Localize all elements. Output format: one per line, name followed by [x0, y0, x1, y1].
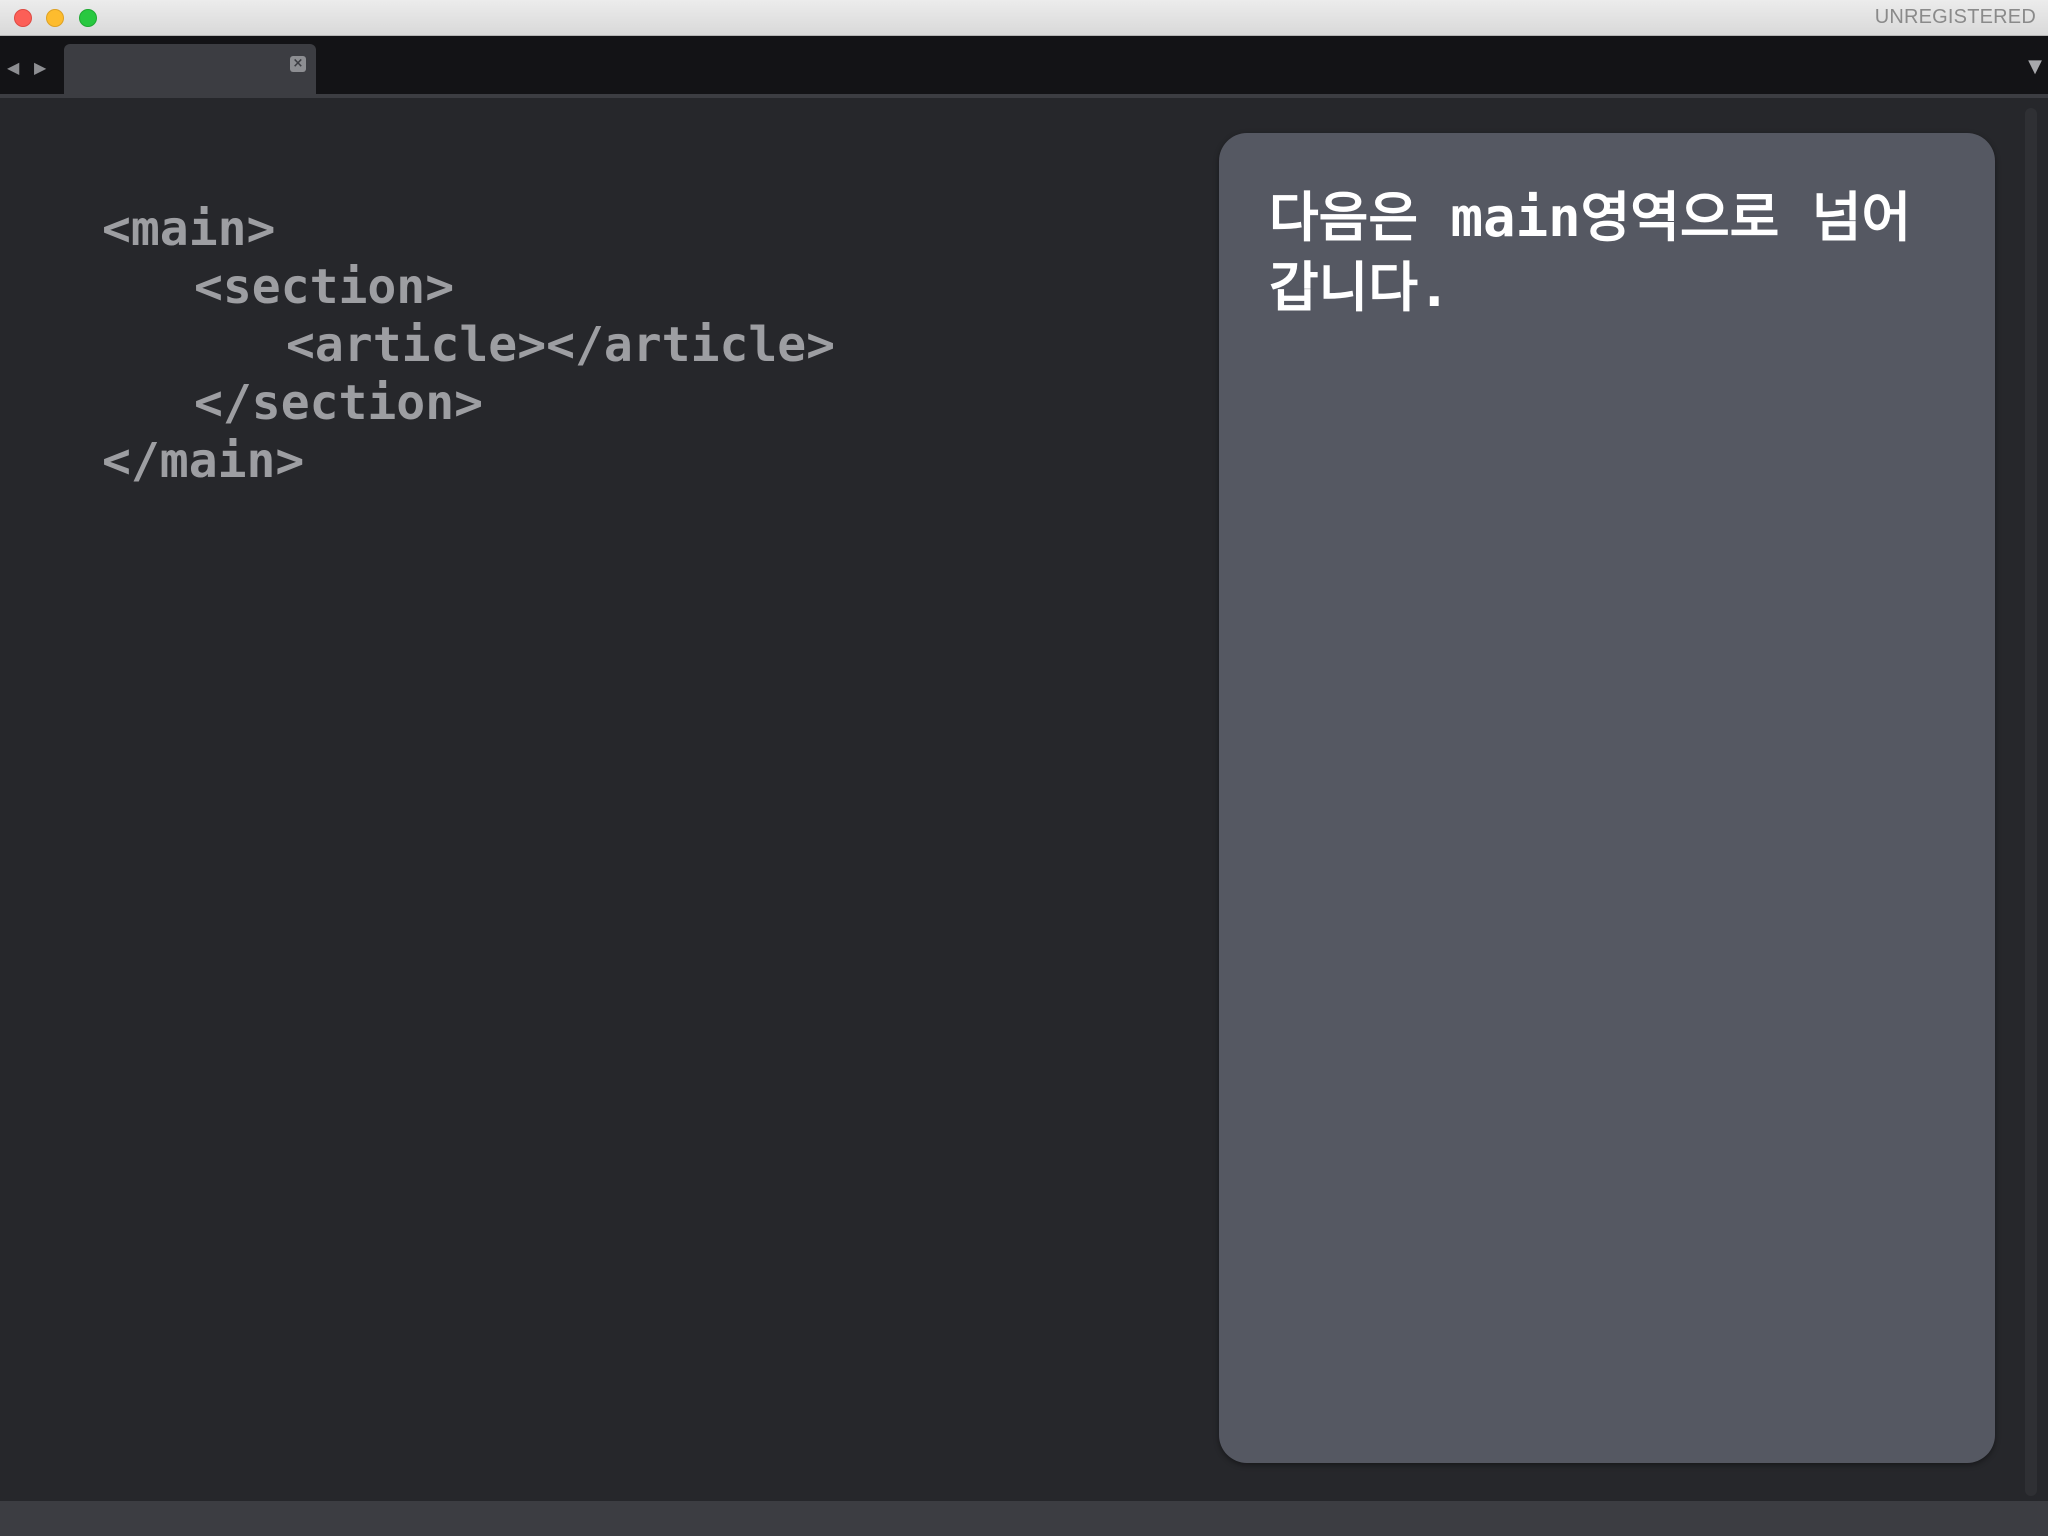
code-line: </section> — [194, 375, 483, 431]
tab-bar: ◀ ▶ × ▼ — [0, 36, 2048, 98]
close-window-button[interactable] — [14, 9, 32, 27]
code-line: </main> — [102, 433, 305, 489]
zoom-window-button[interactable] — [79, 9, 97, 27]
note-panel: 다음은 main영역으로 넘어 갑니다. — [1219, 133, 1995, 1463]
tab-untitled[interactable]: × — [64, 44, 316, 94]
note-text: 다음은 main영역으로 넘어 갑니다. — [1269, 186, 1912, 319]
code-line: <section> — [194, 259, 455, 315]
license-status-label: UNREGISTERED — [1874, 6, 2036, 28]
title-bar: UNREGISTERED — [0, 0, 2048, 36]
code-line: <main> — [102, 201, 276, 257]
code-block: <main> <section> <article></article> </s… — [102, 200, 835, 490]
triangle-left-icon[interactable]: ◀ — [7, 60, 19, 76]
close-icon[interactable]: × — [290, 56, 306, 72]
triangle-down-icon[interactable]: ▼ — [2028, 58, 2042, 76]
status-bar — [0, 1501, 2048, 1536]
editor-window: UNREGISTERED ◀ ▶ × ▼ <main> <section> <a… — [0, 0, 2048, 1536]
triangle-right-icon[interactable]: ▶ — [34, 60, 46, 76]
minimize-window-button[interactable] — [46, 9, 64, 27]
code-line: <article></article> — [286, 317, 836, 373]
vertical-scrollbar[interactable] — [2025, 108, 2037, 1496]
